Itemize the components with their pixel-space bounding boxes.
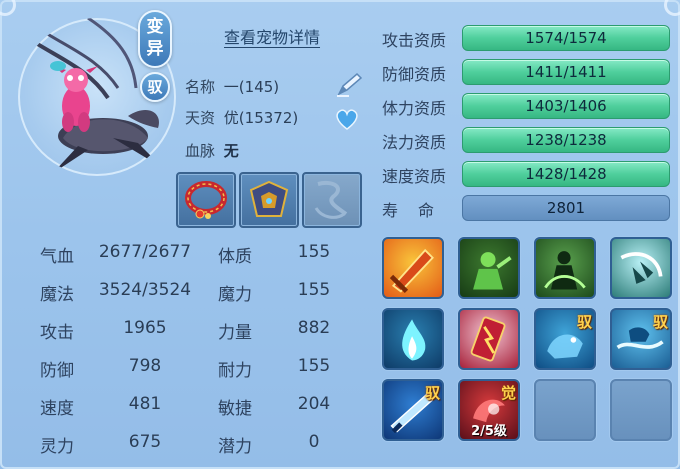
aptitude-value: 1411/1411 [525,63,607,81]
warrior-shadow-icon [544,251,586,290]
stat-label: 体质 [218,247,252,267]
sword-strike-icon [389,248,434,294]
empty-skill-slot[interactable] [534,379,596,441]
aptitude-row: 防御资质 1411/1411 [382,59,672,85]
equip-slot-empty[interactable] [302,172,362,228]
aptitude-bar: 1574/1574 [462,25,670,51]
aptitude-label: 速度资质 [382,167,447,186]
skill-level-text: 2/5级 [471,424,507,439]
bloodline-value: 无 [223,142,239,160]
ride-badge: 驭 [140,72,170,102]
aptitude-bar: 1428/1428 [462,161,670,187]
aptitude-bar: 1238/1238 [462,127,670,153]
stat-label: 防御 [40,361,74,381]
stat-label: 魔力 [218,285,252,305]
pet-bloodline-row: 血脉 无 [185,140,239,161]
skill-tag-badge: 觉 [500,384,516,402]
awaken-skill[interactable]: 觉 2/5级 [458,379,520,441]
aptitude-value: 优(15372) [223,109,299,127]
aptitude-bar: 1411/1411 [462,59,670,85]
stat-value: 3524/3524 [98,280,192,300]
stat-value: 798 [128,356,162,376]
empty-slot-placeholder-icon [314,181,348,219]
ride-blade-skill[interactable]: 驭 [382,379,444,441]
poison-figure-skill[interactable] [458,237,520,299]
stat-label: 速度 [40,399,74,419]
wind-claw-skill[interactable] [610,237,672,299]
stat-label: 敏捷 [218,399,252,419]
stat-label: 耐力 [218,361,252,381]
stat-label: 灵力 [40,437,74,457]
stat-label: 潜力 [218,437,252,457]
poison-figure-icon [473,252,512,290]
pencil-icon[interactable] [335,70,365,98]
stat-value: 675 [128,432,162,452]
view-pet-details-link[interactable]: 查看宠物详情 [224,24,320,48]
red-collar-icon [185,181,227,219]
stat-value: 2677/2677 [98,242,192,262]
stat-value: 0 [308,432,320,452]
aptitude-row: 速度资质 1428/1428 [382,161,672,187]
aptitude-label: 攻击资质 [382,31,447,50]
bloodline-label: 血脉 [185,142,216,160]
aptitude-row: 法力资质 1238/1238 [382,127,672,153]
life-bar: 2801 [462,195,670,221]
stat-label: 攻击 [40,323,74,343]
pet-name-row: 名称 一(145) [185,76,279,97]
aptitude-value: 1428/1428 [525,165,607,183]
stat-value: 155 [297,356,331,376]
ride-water-skill[interactable]: 驭 [610,308,672,370]
name-value: 一(145) [223,78,280,96]
variant-badge: 变异 [138,10,172,68]
blue-flame-icon [402,319,426,361]
skill-tag-badge: 驭 [576,313,592,331]
life-value: 2801 [546,199,586,217]
aptitude-value: 1238/1238 [525,131,607,149]
stat-label: 魔法 [40,285,74,305]
aptitude-label: 防御资质 [382,65,447,84]
warrior-shadow-skill[interactable] [534,237,596,299]
aptitude-label: 法力资质 [382,133,447,152]
armor-icon [249,180,289,217]
stat-value: 204 [297,394,331,414]
skill-tag-badge: 驭 [652,313,668,331]
stat-value: 1965 [123,318,167,338]
heart-icon[interactable] [334,107,360,131]
aptitude-row: 攻击资质 1574/1574 [382,25,672,51]
stat-label: 力量 [218,323,252,343]
name-label: 名称 [185,78,216,96]
stat-value: 481 [128,394,162,414]
pet-aptitude-row: 天资 优(15372) [185,107,298,128]
aptitude-value: 1574/1574 [525,29,607,47]
aptitude-bar: 1403/1406 [462,93,670,119]
wind-claw-icon [620,252,663,284]
life-row: 寿命 2801 [382,195,672,221]
aptitude-row: 体力资质 1403/1406 [382,93,672,119]
equip-slot-collar[interactable] [176,172,236,228]
aptitude-label: 体力资质 [382,99,447,118]
stat-value: 155 [297,280,331,300]
skill-tag-badge: 驭 [424,384,440,402]
lightning-scroll-icon [470,316,506,362]
equip-slot-armor[interactable] [239,172,299,228]
sword-strike-skill[interactable] [382,237,444,299]
stat-value: 155 [297,242,331,262]
ride-beast-skill[interactable]: 驭 [534,308,596,370]
stat-value: 882 [297,318,331,338]
life-label: 寿命 [382,201,455,220]
lightning-scroll-skill[interactable] [458,308,520,370]
empty-skill-slot[interactable] [610,379,672,441]
aptitude-label: 天资 [185,109,216,127]
stat-label: 气血 [40,247,74,267]
aptitude-value: 1403/1406 [525,97,607,115]
blue-flame-skill[interactable] [382,308,444,370]
